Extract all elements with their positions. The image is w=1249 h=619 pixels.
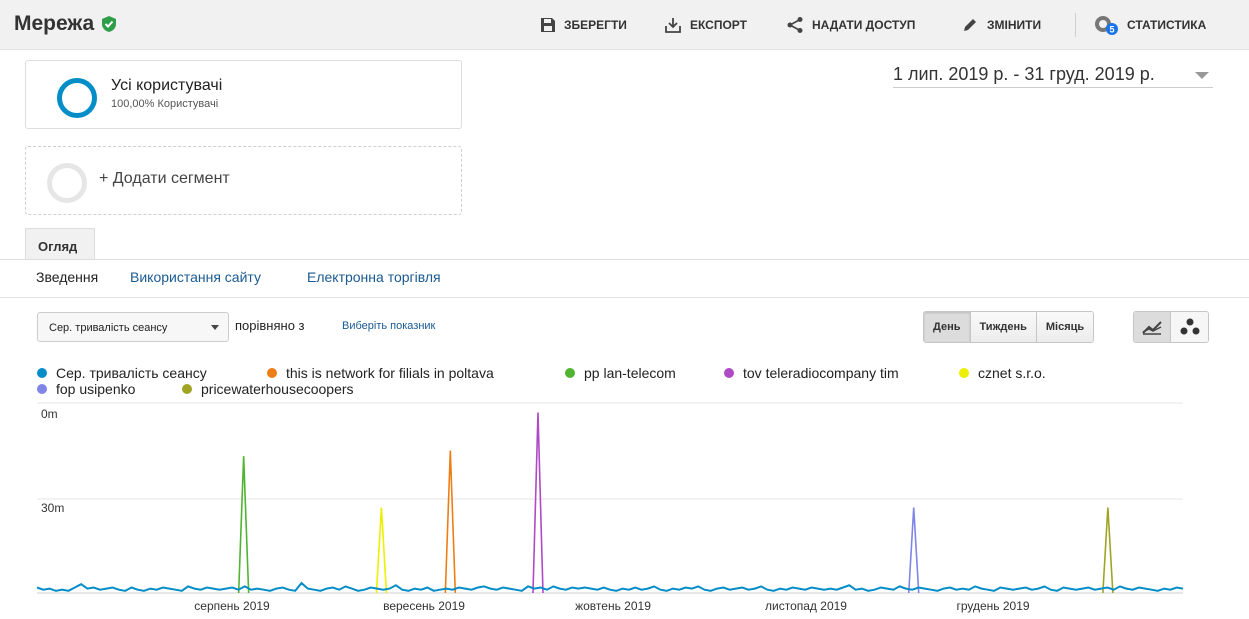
export-button[interactable]: ЕКСПОРТ (664, 14, 747, 36)
x-tick-label: вересень 2019 (383, 599, 465, 613)
tabs-divider (0, 259, 1249, 260)
legend-item[interactable]: pp lan-telecom (565, 365, 676, 381)
choose-metric-link[interactable]: Виберіть показник (342, 320, 435, 332)
edit-button[interactable]: ЗМІНИТИ (961, 14, 1041, 36)
x-tick-label: грудень 2019 (956, 599, 1029, 613)
granularity-day-button[interactable]: День (924, 312, 971, 342)
series-spike (237, 456, 250, 594)
legend-dot (37, 384, 47, 394)
insights-label: СТАТИСТИКА (1127, 18, 1207, 32)
line-chart-icon (1142, 321, 1162, 335)
series-spike (444, 450, 457, 594)
x-tick-label: жовтень 2019 (575, 599, 651, 613)
segment-percent: 100,00% Користувачі (111, 98, 219, 110)
metric-select[interactable]: Сер. тривалість сеансу (37, 312, 229, 342)
legend-dot (37, 368, 47, 378)
save-button[interactable]: ЗБЕРЕГТИ (540, 14, 627, 36)
select-caret-icon (211, 325, 219, 330)
legend-item[interactable]: tov teleradiocompany tim (724, 365, 899, 381)
insights-button[interactable]: 5 СТАТИСТИКА (1093, 14, 1206, 36)
y-tick-label: 0m (41, 407, 58, 421)
granularity-toggle: День Тиждень Місяць (923, 311, 1095, 343)
date-range-text: 1 лип. 2019 р. - 31 груд. 2019 р. (893, 64, 1155, 84)
legend-label: Сер. тривалість сеансу (56, 365, 207, 381)
add-segment-button[interactable]: + Додати сегмент (25, 146, 462, 215)
save-icon (541, 18, 555, 32)
legend-label: cznet s.r.o. (978, 365, 1046, 381)
legend-dot (267, 368, 277, 378)
insights-badge: 5 (1109, 25, 1114, 35)
subtabs-divider (0, 297, 1249, 298)
series-spike (1102, 507, 1114, 594)
report-header: Мережа ЗБЕРЕГТИ ЕКСПОРТ НАДАТИ ДОСТУП ЗМ… (0, 0, 1249, 50)
series-spike (532, 412, 544, 594)
y-tick-label: 30m (41, 501, 64, 515)
legend-item[interactable]: this is network for filials in poltava (267, 365, 494, 381)
metric-select-value: Сер. тривалість сеансу (49, 322, 168, 334)
series-line (36, 581, 1184, 592)
granularity-month-button[interactable]: Місяць (1036, 312, 1094, 342)
line-chart-button[interactable] (1134, 312, 1171, 342)
motion-chart-icon (1180, 318, 1199, 335)
chevron-down-icon (1195, 72, 1209, 79)
line-chart: 0m 30m серпень 2019 вересень 2019 жовтен… (36, 402, 1184, 613)
page-title: Мережа (14, 12, 118, 36)
toolbar-divider (1075, 13, 1076, 37)
edit-label: ЗМІНИТИ (987, 18, 1042, 32)
legend-item[interactable]: Сер. тривалість сеансу (37, 365, 207, 381)
share-icon (787, 17, 803, 33)
legend-label: tov teleradiocompany tim (743, 365, 899, 381)
compare-label: порівняно з (235, 318, 305, 333)
series-spike (907, 507, 920, 594)
share-button[interactable]: НАДАТИ ДОСТУП (786, 14, 915, 36)
series-spike (375, 507, 388, 594)
legend-label: pp lan-telecom (584, 365, 676, 381)
granularity-week-button[interactable]: Тиждень (970, 312, 1037, 342)
edit-icon (964, 19, 976, 31)
chart-type-toggle (1133, 311, 1209, 343)
add-segment-label: + Додати сегмент (99, 170, 230, 187)
insights-icon: 5 (1095, 16, 1118, 35)
x-tick-label: серпень 2019 (194, 599, 270, 613)
page-title-text: Мережа (14, 12, 95, 35)
tab-overview[interactable]: Огляд (25, 228, 95, 260)
subtab-site-usage[interactable]: Використання сайту (130, 269, 261, 285)
empty-segment-ring-icon (47, 163, 87, 203)
verified-shield-icon (100, 15, 118, 33)
date-range-picker[interactable]: 1 лип. 2019 р. - 31 груд. 2019 р. (893, 64, 1213, 88)
segment-all-users[interactable]: Усі користувачі 100,00% Користувачі (25, 60, 462, 129)
save-label: ЗБЕРЕГТИ (564, 18, 627, 32)
subtab-ecommerce[interactable]: Електронна торгівля (307, 269, 441, 285)
legend-item[interactable]: cznet s.r.o. (959, 365, 1046, 381)
motion-chart-button[interactable] (1171, 312, 1208, 342)
share-label: НАДАТИ ДОСТУП (812, 18, 916, 32)
segment-name: Усі користувачі (111, 77, 223, 94)
legend-dot (724, 368, 734, 378)
legend-dot (182, 384, 192, 394)
legend-label: this is network for filials in poltava (286, 365, 494, 381)
legend-dot (959, 368, 969, 378)
subtab-summary[interactable]: Зведення (36, 269, 98, 285)
legend-dot (565, 368, 575, 378)
export-label: ЕКСПОРТ (690, 18, 747, 32)
x-tick-label: листопад 2019 (765, 599, 847, 613)
segment-ring-icon (57, 78, 97, 118)
export-icon (665, 18, 681, 33)
